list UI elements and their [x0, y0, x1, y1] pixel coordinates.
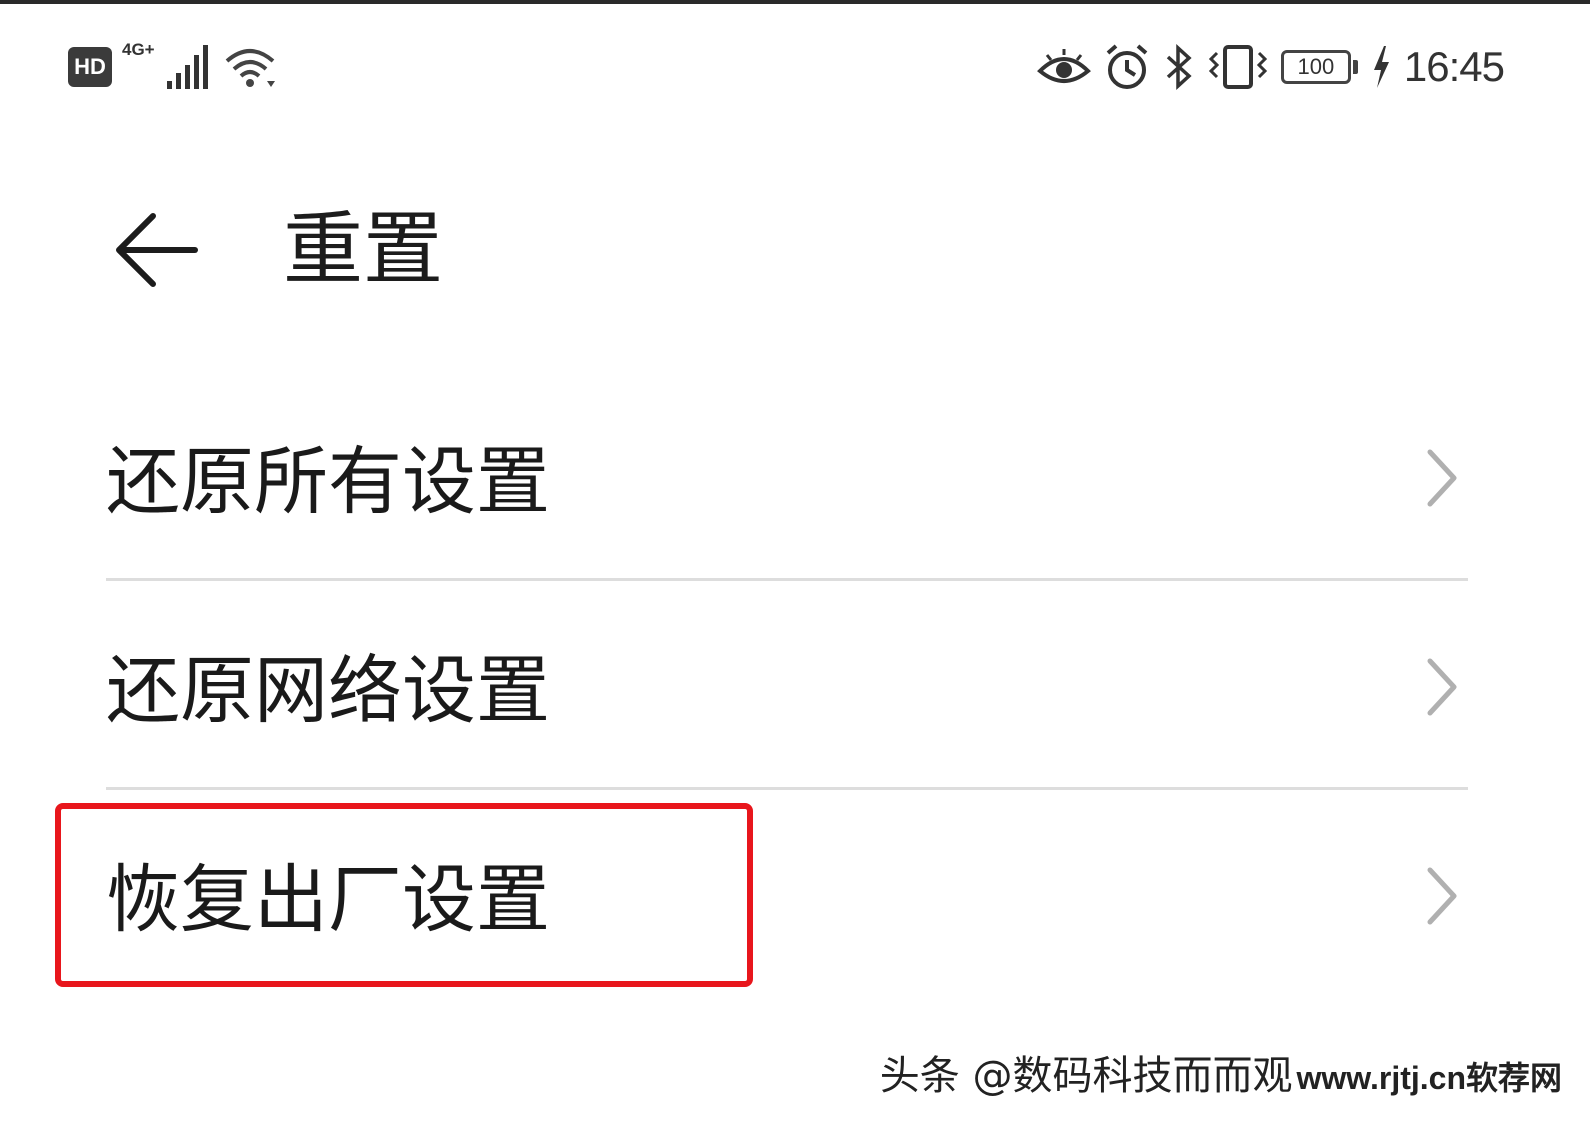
list-item-reset-all-settings[interactable]: 还原所有设置	[0, 372, 1590, 581]
list-item-label: 还原网络设置	[106, 648, 550, 734]
screen-top-edge	[0, 0, 1590, 4]
wifi-icon	[225, 49, 275, 87]
battery-tip	[1352, 60, 1358, 74]
chevron-right-icon	[1427, 867, 1457, 925]
network-type-label: 4G+	[122, 40, 155, 59]
alarm-icon	[1106, 44, 1148, 89]
list-item-reset-network-settings[interactable]: 还原网络设置	[0, 581, 1590, 790]
back-button[interactable]	[108, 208, 204, 292]
chevron-right-icon	[1427, 658, 1457, 716]
vibrate-icon	[1208, 45, 1268, 89]
battery-icon: 100	[1280, 50, 1358, 84]
eye-comfort-icon	[1036, 49, 1091, 83]
status-bar-left: HD 4G+	[68, 40, 281, 92]
status-time: 16:45	[1403, 43, 1505, 90]
app-bar: 重置	[0, 190, 1590, 310]
list-item-label: 还原所有设置	[106, 439, 550, 525]
chevron-right-icon	[1427, 449, 1457, 507]
status-bar: HD 4G+ 100 16:45	[0, 30, 1590, 105]
bluetooth-icon	[1166, 44, 1192, 90]
page-title: 重置	[283, 203, 443, 296]
battery-level: 100	[1280, 50, 1351, 84]
hd-badge: HD	[68, 47, 112, 87]
charging-icon	[1373, 46, 1389, 88]
watermark-url: www.rjtj.cn软荐网	[1296, 1060, 1562, 1096]
back-arrow-icon	[116, 213, 198, 287]
watermark: 头条 @数码科技而而观 www.rjtj.cn软荐网	[880, 1052, 1562, 1102]
signal-icon	[166, 45, 208, 89]
status-bar-right: 100 16:45	[1036, 40, 1505, 94]
watermark-text: 头条 @数码科技而而观	[879, 1053, 1293, 1099]
highlight-annotation-box	[55, 803, 753, 987]
